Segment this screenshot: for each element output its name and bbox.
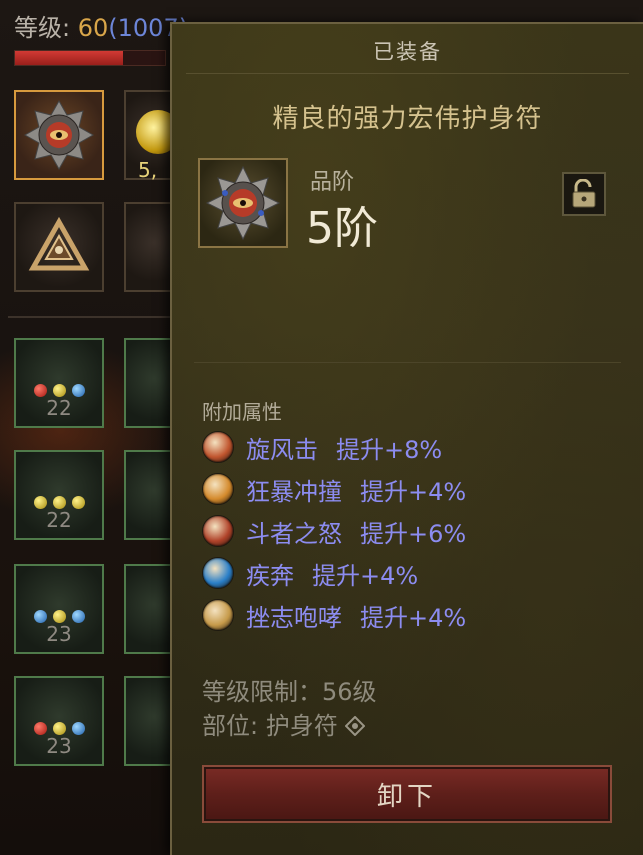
amulet-icon (205, 165, 281, 241)
amulet-icon (344, 715, 366, 737)
gear-slot[interactable]: 23 (14, 564, 104, 654)
attribute-name: 狂暴冲撞 (246, 477, 342, 506)
attribute-bonus: 提升+4% (312, 561, 419, 590)
grade-value: 5阶 (306, 203, 378, 254)
level-requirement: 等级限制：56级 (202, 678, 377, 706)
sprint-icon (202, 557, 234, 589)
level-value: 60 (77, 14, 109, 42)
attributes-title: 附加属性 (202, 400, 282, 424)
attribute-bonus: 提升+6% (360, 519, 467, 548)
attribute-bonus: 提升+4% (360, 477, 467, 506)
xp-bar-fill (15, 51, 123, 65)
unequip-button[interactable]: 卸下 (202, 765, 612, 823)
berserker-icon (202, 515, 234, 547)
slot-count: 22 (46, 396, 72, 420)
xp-bar (14, 50, 166, 66)
attribute-name: 疾奔 (246, 561, 294, 590)
attribute-name: 斗者之怒 (246, 519, 342, 548)
attribute-row: 斗者之怒 提升+6% (202, 510, 466, 552)
slot-label: 部位: 护身符 (202, 712, 338, 740)
attribute-bonus: 提升+8% (336, 435, 443, 464)
gear-slot[interactable]: 22 (14, 338, 104, 428)
section-divider (194, 362, 621, 363)
item-slot-type: 部位: 护身符 (202, 706, 366, 741)
roar-icon (202, 599, 234, 631)
amulet-icon (23, 99, 95, 171)
level-display: 等级: 60(1007) (14, 8, 188, 43)
attribute-name: 挫志咆哮 (246, 603, 342, 632)
lock-button[interactable] (562, 172, 606, 216)
item-tooltip: 已装备 精良的强力宏伟护身符 品阶 5阶 附加属性 旋风击 提升+8% 狂暴冲撞… (170, 22, 643, 855)
attribute-row: 疾奔 提升+4% (202, 552, 466, 594)
whirlwind-icon (202, 431, 234, 463)
gold-value: 5, (138, 158, 158, 182)
inventory-divider (8, 316, 178, 318)
level-label: 等级: (14, 14, 78, 42)
attribute-row: 挫志咆哮 提升+4% (202, 594, 466, 636)
equipped-status: 已装备 (373, 40, 442, 64)
item-name: 精良的强力宏伟护身符 (272, 104, 543, 134)
attribute-name: 旋风击 (246, 435, 318, 464)
attribute-bonus: 提升+4% (360, 603, 467, 632)
emblem-slot[interactable] (14, 202, 104, 292)
attribute-row: 旋风击 提升+8% (202, 426, 466, 468)
charge-icon (202, 473, 234, 505)
slot-count: 23 (46, 622, 72, 646)
amulet-slot[interactable] (14, 90, 104, 180)
attribute-list: 旋风击 提升+8% 狂暴冲撞 提升+4% 斗者之怒 提升+6% 疾奔 提升+4%… (202, 426, 466, 636)
item-image-frame (198, 158, 288, 248)
gear-slot[interactable]: 22 (14, 450, 104, 540)
lock-open-icon (572, 179, 596, 208)
triangle-emblem-icon (28, 216, 90, 271)
attribute-row: 狂暴冲撞 提升+4% (202, 468, 466, 510)
slot-count: 23 (46, 734, 72, 758)
slot-count: 22 (46, 508, 72, 532)
gear-slot[interactable]: 23 (14, 676, 104, 766)
tooltip-divider (186, 73, 629, 74)
